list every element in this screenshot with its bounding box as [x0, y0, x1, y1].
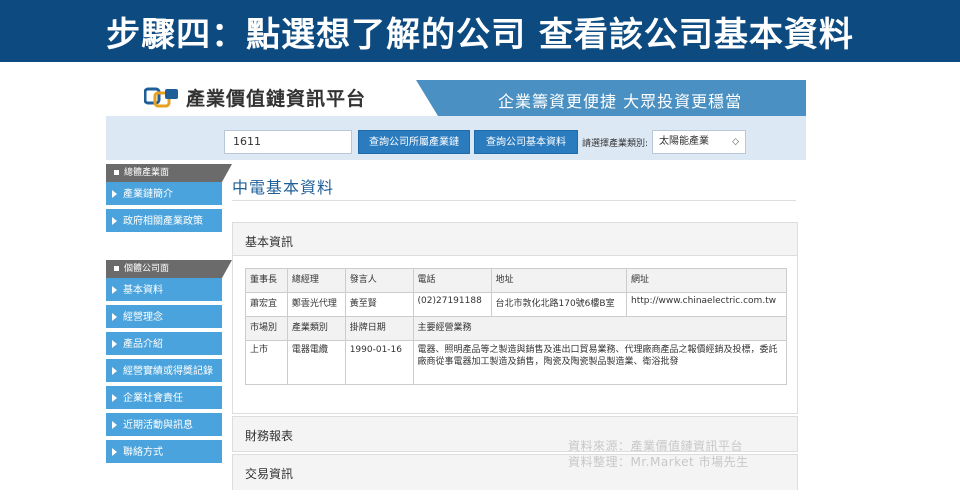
table-row: 上市 電器電纜 1990-01-16 電器、照明產品等之製造與銷售及進出口貿易業…: [245, 340, 788, 385]
website-screenshot: 產業價值鏈資訊平台 企業籌資更便捷 大眾投資更穩當 1611 查詢公司所屬產業鏈…: [106, 80, 806, 490]
sidebar-section-company: 個體公司面: [106, 260, 232, 278]
basic-info-body: 董事長 總經理 發言人 電話 地址 網址 蕭宏宜 鄭雲光代理 黃至賢 (02)2…: [233, 255, 797, 413]
table-row: 蕭宏宜 鄭雲光代理 黃至賢 (02)27191188 台北市敦化北路170號6樓…: [245, 292, 788, 317]
table-header: 網址: [625, 268, 788, 293]
sidebar-item-news[interactable]: 近期活動與訊息: [106, 413, 222, 438]
source-line: 資料來源：產業價值鏈資訊平台: [568, 439, 744, 453]
divider: [232, 200, 796, 201]
table-cell: 蕭宏宜: [245, 292, 288, 317]
compiled-line: 資料整理：Mr.Market 市場先生: [568, 455, 749, 469]
arrow-right-icon: [112, 286, 117, 294]
logo-icon: [144, 87, 178, 108]
basic-info-panel: 基本資訊 董事長 總經理 發言人 電話 地址 網址 蕭宏宜 鄭雲光代理 黃至賢 …: [232, 222, 798, 414]
table-header: 地址: [490, 268, 627, 293]
category-value: 太陽能產業: [659, 136, 709, 147]
arrow-right-icon: [112, 190, 117, 198]
search-bar: 1611 查詢公司所屬產業鏈 查詢公司基本資料 請選擇產業類別: 太陽能產業 ◇: [106, 116, 806, 160]
page-title: 中電基本資料: [232, 178, 335, 197]
table-cell: 台北市敦化北路170號6樓B室: [490, 292, 627, 317]
basic-info-table: 董事長 總經理 發言人 電話 地址 網址 蕭宏宜 鄭雲光代理 黃至賢 (02)2…: [245, 268, 788, 385]
site-header: 產業價值鏈資訊平台 企業籌資更便捷 大眾投資更穩當: [106, 80, 806, 116]
arrow-right-icon: [112, 217, 117, 225]
table-header: 產業類別: [286, 316, 346, 341]
table-header: 市場別: [245, 316, 288, 341]
sidebar-item-philosophy[interactable]: 經營理念: [106, 305, 222, 330]
table-cell: 黃至賢: [344, 292, 414, 317]
source-watermark: 資料來源：產業價值鏈資訊平台 資料整理：Mr.Market 市場先生: [568, 438, 749, 470]
table-cell: 電器電纜: [286, 340, 346, 385]
sidebar: 總體產業面 產業鏈簡介 政府相關產業政策 個體公司面 基本資料 經營理念 產品介…: [106, 160, 232, 490]
table-row: 董事長 總經理 發言人 電話 地址 網址: [245, 268, 788, 293]
table-cell: 上市: [245, 340, 288, 385]
category-label: 請選擇產業類別:: [582, 139, 649, 149]
sidebar-item-awards[interactable]: 經營實績或得獎記錄: [106, 359, 222, 384]
sidebar-item-csr[interactable]: 企業社會責任: [106, 386, 222, 411]
sidebar-item-basic-info[interactable]: 基本資料: [106, 278, 222, 303]
table-cell: 鄭雲光代理: [286, 292, 346, 317]
arrow-right-icon: [112, 313, 117, 321]
table-header: 董事長: [245, 268, 288, 293]
query-industry-chain-button[interactable]: 查詢公司所屬產業鏈: [358, 130, 470, 154]
site-name: 產業價值鏈資訊平台: [186, 88, 367, 110]
sidebar-section-macro: 總體產業面: [106, 164, 232, 182]
stock-code-input[interactable]: 1611: [224, 130, 352, 154]
table-header: 總經理: [286, 268, 346, 293]
banner-title: 步驟四：點選想了解的公司 查看該公司基本資料: [106, 14, 854, 55]
sidebar-item-contact[interactable]: 聯絡方式: [106, 440, 222, 465]
arrow-right-icon: [112, 448, 117, 456]
table-cell: (02)27191188: [412, 292, 492, 317]
query-basic-info-button[interactable]: 查詢公司基本資料: [474, 130, 578, 154]
sidebar-item-industry-chain-intro[interactable]: 產業鏈簡介: [106, 182, 222, 207]
table-header: 發言人: [344, 268, 414, 293]
table-row: 市場別 產業類別 掛牌日期 主要經營業務: [245, 316, 788, 341]
arrow-right-icon: [112, 421, 117, 429]
select-arrow-icon: ◇: [732, 137, 739, 147]
table-cell: http://www.chinaelectric.com.tw: [625, 292, 788, 317]
table-header: 掛牌日期: [344, 316, 414, 341]
table-header: 主要經營業務: [412, 316, 788, 341]
site-slogan: 企業籌資更便捷 大眾投資更穩當: [498, 92, 743, 111]
arrow-right-icon: [112, 367, 117, 375]
sidebar-item-government-policy[interactable]: 政府相關產業政策: [106, 209, 222, 234]
arrow-right-icon: [112, 394, 117, 402]
arrow-right-icon: [112, 340, 117, 348]
panel-heading-basic[interactable]: 基本資訊: [233, 223, 797, 250]
table-cell: 1990-01-16: [344, 340, 414, 385]
sidebar-item-products[interactable]: 產品介紹: [106, 332, 222, 357]
industry-category-select[interactable]: 太陽能產業 ◇: [652, 130, 746, 154]
table-cell: 電器、照明產品等之製造與銷售及進出口貿易業務、代理廠商產品之報價經銷及投標，委託…: [412, 340, 788, 385]
title-banner: 步驟四：點選想了解的公司 查看該公司基本資料: [0, 0, 960, 62]
table-header: 電話: [412, 268, 492, 293]
